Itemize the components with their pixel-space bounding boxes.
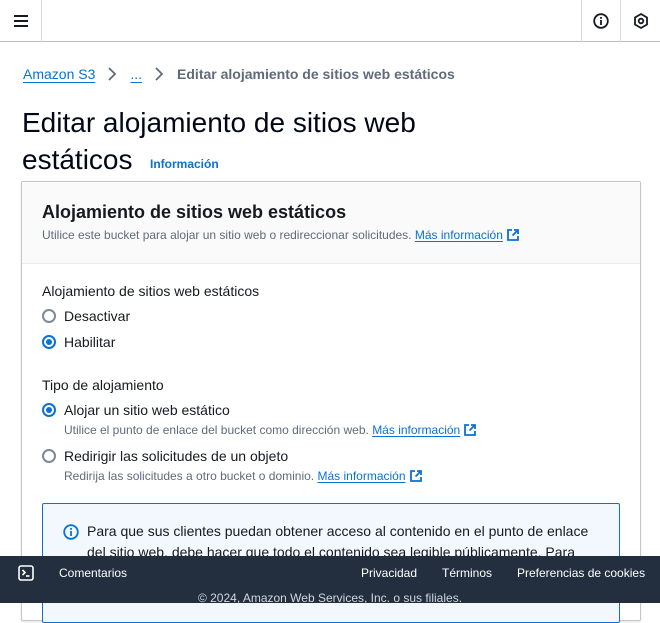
footer: Comentarios Privacidad Términos Preferen… bbox=[0, 556, 660, 605]
breadcrumb: Amazon S3 ... Editar alojamiento de siti… bbox=[23, 64, 455, 84]
radio-redirect-requests[interactable]: Redirigir las solicitudes de un objeto bbox=[42, 448, 288, 464]
external-link-icon bbox=[409, 470, 422, 482]
breadcrumb-current: Editar alojamiento de sitios web estátic… bbox=[177, 66, 455, 82]
settings-button[interactable] bbox=[621, 0, 660, 42]
hosting-field-label: Alojamiento de sitios web estáticos bbox=[42, 283, 260, 299]
radio-label: Redirigir las solicitudes de un objeto bbox=[64, 448, 289, 464]
external-link-icon bbox=[506, 229, 519, 241]
hamburger-menu-icon bbox=[13, 15, 28, 27]
radio-button-selected[interactable] bbox=[42, 335, 56, 349]
more-info-label: Más información bbox=[317, 469, 406, 483]
breadcrumb-item-ellipsis[interactable]: ... bbox=[130, 66, 142, 82]
chevron-right-icon bbox=[154, 67, 164, 81]
more-info-link[interactable]: Más información bbox=[372, 423, 477, 437]
radio-label: Alojar un sitio web estático bbox=[64, 402, 230, 418]
section-description: Utilice este bucket para alojar un sitio… bbox=[42, 228, 520, 242]
radio-label: Habilitar bbox=[64, 334, 116, 350]
radio-button-selected[interactable] bbox=[42, 403, 56, 417]
more-info-link[interactable]: Más información bbox=[415, 228, 520, 242]
info-link[interactable]: Información bbox=[150, 157, 219, 171]
info-icon bbox=[63, 524, 79, 540]
static-hosting-container: Alojamiento de sitios web estáticos Util… bbox=[21, 181, 641, 623]
radio-label: Desactivar bbox=[64, 308, 131, 324]
footer-cookies-link[interactable]: Preferencias de cookies bbox=[517, 566, 645, 580]
more-info-link[interactable]: Más información bbox=[317, 469, 422, 483]
radio-disable[interactable]: Desactivar bbox=[42, 308, 130, 324]
page-title: Editar alojamiento de sitios web estátic… bbox=[22, 107, 416, 175]
radio-button[interactable] bbox=[42, 309, 56, 323]
more-info-label: Más información bbox=[414, 228, 503, 242]
info-icon bbox=[593, 13, 609, 29]
info-panel-button[interactable] bbox=[582, 0, 620, 42]
description-text: Utilice este bucket para alojar un sitio… bbox=[42, 228, 412, 242]
radio-button[interactable] bbox=[42, 449, 56, 463]
settings-hex-icon bbox=[633, 13, 648, 29]
breadcrumb-item-amazon-s3[interactable]: Amazon S3 bbox=[23, 66, 95, 82]
description-text: Redirija las solicitudes a otro bucket o… bbox=[64, 469, 315, 483]
radio-host-static-site[interactable]: Alojar un sitio web estático bbox=[42, 402, 230, 418]
footer-feedback-link[interactable]: Comentarios bbox=[59, 566, 127, 580]
footer-terms-link[interactable]: Términos bbox=[442, 566, 492, 580]
description-text: Utilice el punto de enlace del bucket co… bbox=[64, 423, 369, 437]
hosting-type-label: Tipo de alojamiento bbox=[42, 377, 164, 393]
menu-button[interactable] bbox=[0, 0, 41, 42]
chevron-right-icon bbox=[107, 67, 117, 81]
more-info-label: Más información bbox=[372, 423, 461, 437]
radio-description: Utilice el punto de enlace del bucket co… bbox=[64, 423, 477, 437]
section-title: Alojamiento de sitios web estáticos bbox=[42, 202, 347, 222]
top-navigation bbox=[0, 0, 660, 42]
container-header: Alojamiento de sitios web estáticos Util… bbox=[22, 182, 640, 264]
cloudshell-icon[interactable] bbox=[18, 565, 34, 581]
external-link-icon bbox=[464, 424, 477, 436]
radio-enable[interactable]: Habilitar bbox=[42, 334, 115, 350]
divider bbox=[41, 0, 42, 42]
radio-description: Redirija las solicitudes a otro bucket o… bbox=[64, 469, 423, 483]
footer-privacy-link[interactable]: Privacidad bbox=[361, 566, 417, 580]
